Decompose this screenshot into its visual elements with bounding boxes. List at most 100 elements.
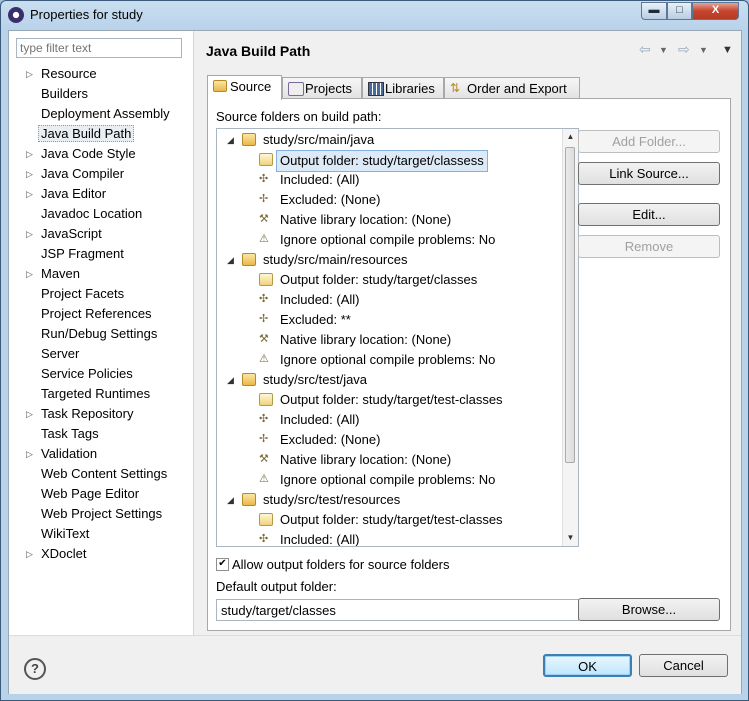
minimize-button[interactable]: ▬: [641, 2, 667, 20]
page-title: Java Build Path: [206, 43, 311, 59]
source-tab-panel: Source folders on build path: ▲ ▼ ◢ study…: [207, 98, 731, 631]
expand-arrow-icon[interactable]: ▷: [26, 164, 33, 184]
nav-item[interactable]: ▷ Java Compiler: [9, 164, 193, 184]
nav-item[interactable]: Server: [9, 344, 193, 364]
tree-scrollbar[interactable]: ▲ ▼: [562, 129, 578, 546]
nav-item[interactable]: Deployment Assembly: [9, 104, 193, 124]
nav-item[interactable]: Builders: [9, 84, 193, 104]
tab-projects[interactable]: Projects: [282, 77, 362, 99]
nav-item[interactable]: Targeted Runtimes: [9, 384, 193, 404]
expand-arrow-icon[interactable]: ▷: [26, 544, 33, 564]
scroll-down-icon[interactable]: ▼: [563, 530, 578, 546]
dialog-footer: ? OK Cancel: [9, 635, 741, 694]
nav-item[interactable]: ▷ Resource: [9, 64, 193, 84]
expand-arrow-icon[interactable]: ▷: [26, 64, 33, 84]
expand-arrow-icon[interactable]: ▷: [26, 184, 33, 204]
help-icon[interactable]: ?: [24, 658, 46, 680]
tab-source[interactable]: Source: [207, 75, 282, 100]
included-filter-icon: ✣: [259, 413, 269, 425]
tree-node-label: study/src/main/resources: [263, 252, 408, 267]
tree-node-label: Ignore optional compile problems: No: [280, 232, 496, 247]
nav-item[interactable]: Web Content Settings: [9, 464, 193, 484]
back-menu-icon[interactable]: ▼: [659, 45, 668, 55]
tree-node-label: study/src/test/resources: [263, 492, 401, 507]
nav-item-label: Service Policies: [41, 366, 133, 381]
tree-node-label: Native library location: (None): [280, 212, 452, 227]
nav-item-label: Builders: [41, 86, 88, 101]
nav-item-label: Resource: [41, 66, 97, 81]
source-folder-icon: [242, 133, 256, 146]
checkbox-check-icon[interactable]: ✔: [216, 558, 229, 571]
nav-item[interactable]: Project Facets: [9, 284, 193, 304]
included-filter-icon: ✣: [259, 173, 269, 185]
nav-item[interactable]: Web Project Settings: [9, 504, 193, 524]
tree-node-label: Output folder: study/target/classes: [280, 272, 478, 287]
nav-item[interactable]: Task Tags: [9, 424, 193, 444]
nav-item-label: Maven: [41, 266, 81, 281]
nav-item[interactable]: Run/Debug Settings: [9, 324, 193, 344]
collapse-arrow-icon[interactable]: ◢: [227, 250, 234, 270]
maximize-button[interactable]: □: [667, 2, 692, 20]
expand-arrow-icon[interactable]: ▷: [26, 144, 33, 164]
nav-item[interactable]: ▷ XDoclet: [9, 544, 193, 564]
add-folder-button[interactable]: Add Folder...: [578, 130, 720, 153]
default-output-folder-input[interactable]: [216, 599, 579, 621]
nav-item[interactable]: Project References: [9, 304, 193, 324]
nav-item[interactable]: Java Build Path: [9, 124, 193, 144]
edit-button[interactable]: Edit...: [578, 203, 720, 226]
source-folder-icon: [213, 80, 227, 92]
collapse-arrow-icon[interactable]: ◢: [227, 130, 234, 150]
tree-node-label: Native library location: (None): [280, 332, 452, 347]
excluded-filter-icon: ✢: [259, 433, 269, 445]
collapse-arrow-icon[interactable]: ◢: [227, 490, 234, 510]
expand-arrow-icon[interactable]: ▷: [26, 404, 33, 424]
ok-button[interactable]: OK: [543, 654, 632, 677]
tree-node-label: Native library location: (None): [280, 452, 452, 467]
forward-arrow-icon[interactable]: ⇨: [678, 41, 690, 58]
link-source-button[interactable]: Link Source...: [578, 162, 720, 185]
nav-item[interactable]: Web Page Editor: [9, 484, 193, 504]
remove-button[interactable]: Remove: [578, 235, 720, 258]
nav-item[interactable]: ▷ Validation: [9, 444, 193, 464]
title-bar[interactable]: Properties for study ▬ □ X: [1, 1, 748, 29]
nav-item[interactable]: ▷ JavaScript: [9, 224, 193, 244]
view-menu-icon[interactable]: ▼: [722, 44, 733, 56]
nav-item[interactable]: Service Policies: [9, 364, 193, 384]
source-folders-tree[interactable]: ▲ ▼ ◢ study/src/main/java Output folder: s…: [216, 128, 579, 547]
included-filter-icon: ✣: [259, 533, 269, 545]
scroll-up-icon[interactable]: ▲: [563, 129, 578, 145]
back-arrow-icon[interactable]: ⇦: [639, 41, 651, 58]
nav-item[interactable]: Javadoc Location: [9, 204, 193, 224]
nav-item[interactable]: ▷ Java Code Style: [9, 144, 193, 164]
tree-node-label: Included: (All): [280, 292, 360, 307]
close-button[interactable]: X: [692, 2, 739, 20]
order-export-icon: ⇅: [450, 81, 461, 95]
nav-item[interactable]: WikiText: [9, 524, 193, 544]
filter-input[interactable]: [16, 38, 182, 58]
expand-arrow-icon[interactable]: ▷: [26, 264, 33, 284]
forward-menu-icon[interactable]: ▼: [699, 45, 708, 55]
collapse-arrow-icon[interactable]: ◢: [227, 370, 234, 390]
expand-arrow-icon[interactable]: ▷: [26, 224, 33, 244]
output-folder-icon: [259, 273, 273, 286]
window-title: Properties for study: [30, 7, 143, 22]
tab-libraries[interactable]: Libraries: [362, 77, 444, 99]
tree-node-label: Excluded: (None): [280, 192, 381, 207]
nav-item-label: Web Page Editor: [41, 486, 140, 501]
tree-node-label: Included: (All): [280, 172, 360, 187]
browse-button[interactable]: Browse...: [578, 598, 720, 621]
nav-item-label: JSP Fragment: [41, 246, 124, 261]
properties-dialog: Properties for study ▬ □ X ▷ Resource Buil…: [0, 0, 749, 701]
source-folder-icon: [242, 253, 256, 266]
nav-item[interactable]: ▷ Java Editor: [9, 184, 193, 204]
nav-item-label: Project Facets: [41, 286, 125, 301]
cancel-button[interactable]: Cancel: [639, 654, 728, 677]
nav-item[interactable]: ▷ Task Repository: [9, 404, 193, 424]
nav-item[interactable]: JSP Fragment: [9, 244, 193, 264]
tree-node-label: Output folder: study/target/classess: [276, 150, 488, 172]
expand-arrow-icon[interactable]: ▷: [26, 444, 33, 464]
nav-item[interactable]: ▷ Maven: [9, 264, 193, 284]
native-library-icon: ⚒: [259, 333, 269, 345]
scroll-thumb[interactable]: [565, 147, 575, 463]
tab-order-export[interactable]: ⇅ Order and Export: [444, 77, 580, 99]
